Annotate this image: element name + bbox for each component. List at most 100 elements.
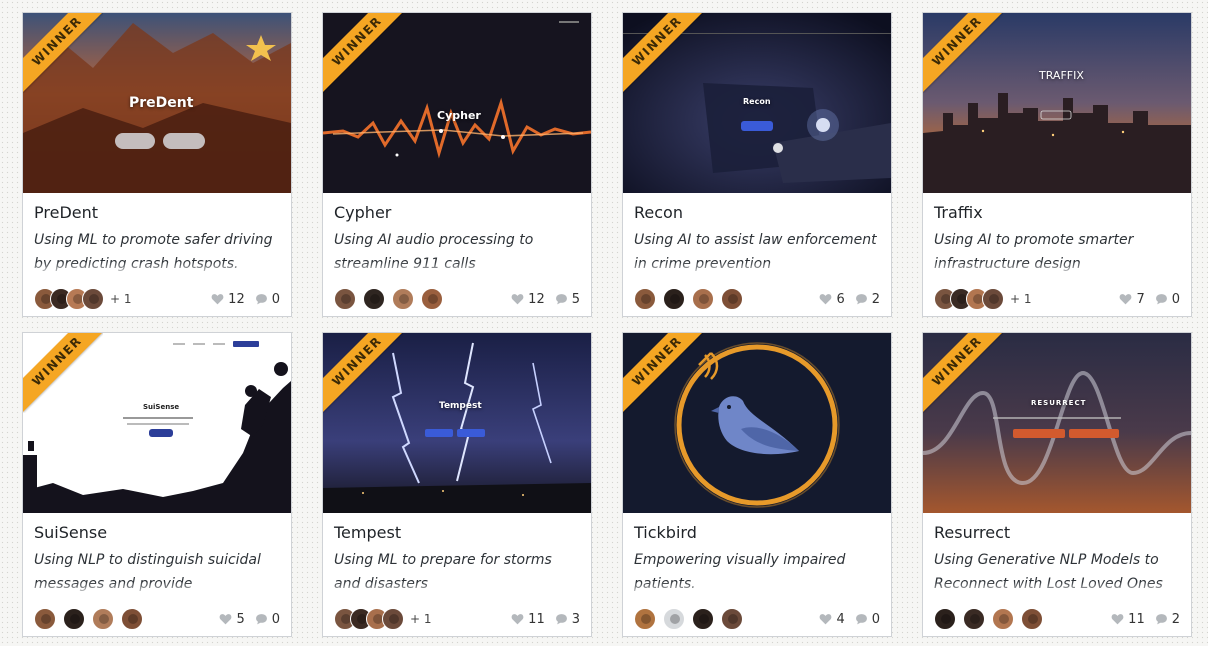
- avatar[interactable]: [382, 608, 404, 630]
- project-name[interactable]: Tempest: [334, 521, 580, 545]
- comment-count: 2: [871, 291, 880, 307]
- project-card-cypher[interactable]: Cypher WINNER Cypher Using AI audio proc…: [322, 12, 592, 317]
- comment-stat[interactable]: 0: [1155, 292, 1180, 307]
- avatar[interactable]: [63, 608, 85, 630]
- comment-stat[interactable]: 0: [255, 612, 280, 627]
- project-thumbnail[interactable]: Recon WINNER: [623, 13, 891, 193]
- project-description: Using AI to assist law enforcement in cr…: [634, 232, 877, 272]
- avatar[interactable]: [663, 608, 685, 630]
- avatar[interactable]: [334, 288, 356, 310]
- project-name[interactable]: PreDent: [34, 201, 280, 225]
- winner-ribbon: WINNER: [923, 13, 1003, 92]
- project-name[interactable]: Tickbird: [634, 521, 880, 545]
- like-count: 11: [1128, 611, 1145, 627]
- extra-members-count[interactable]: + 1: [110, 292, 132, 306]
- like-stat[interactable]: 7: [1119, 292, 1145, 307]
- like-stat[interactable]: 5: [219, 612, 245, 627]
- winner-ribbon: WINNER: [23, 333, 103, 412]
- comment-count: 3: [571, 611, 580, 627]
- comment-icon: [555, 614, 567, 625]
- project-thumbnail[interactable]: TRAFFIX WINNER: [923, 13, 1191, 193]
- team-avatars[interactable]: [634, 608, 750, 630]
- winner-ribbon: WINNER: [23, 13, 103, 92]
- comment-stat[interactable]: 3: [555, 612, 580, 627]
- project-description: Using NLP to distinguish suicidal messag…: [34, 552, 261, 592]
- avatar[interactable]: [363, 288, 385, 310]
- project-description: Using ML to prepare for storms and disas…: [334, 552, 552, 592]
- thumbnail-title: RESURRECT: [1031, 399, 1087, 407]
- like-stat[interactable]: 11: [511, 612, 545, 627]
- avatar[interactable]: [392, 288, 414, 310]
- team-avatars[interactable]: + 1: [934, 288, 1032, 310]
- project-name[interactable]: SuiSense: [34, 521, 280, 545]
- winner-ribbon: WINNER: [323, 333, 403, 412]
- avatar[interactable]: [34, 608, 56, 630]
- winner-ribbon: WINNER: [623, 333, 703, 412]
- project-description: Using AI to promote smarter infrastructu…: [934, 232, 1134, 272]
- project-card-resurrect[interactable]: RESURRECT WINNER Resurrect Using Generat…: [922, 332, 1192, 637]
- comment-stat[interactable]: 0: [855, 612, 880, 627]
- project-card-tickbird[interactable]: WINNER Tickbird Empowering visually impa…: [622, 332, 892, 637]
- heart-icon: [820, 294, 832, 305]
- project-name[interactable]: Traffix: [934, 201, 1180, 225]
- avatar[interactable]: [721, 608, 743, 630]
- avatar[interactable]: [963, 608, 985, 630]
- team-avatars[interactable]: + 1: [334, 608, 432, 630]
- avatar[interactable]: [92, 608, 114, 630]
- project-card-tempest[interactable]: Tempest WINNER Tempest Using ML to prepa…: [322, 332, 592, 637]
- comment-stat[interactable]: 2: [1155, 612, 1180, 627]
- project-card-traffix[interactable]: TRAFFIX WINNER Traffix Using AI to promo…: [922, 12, 1192, 317]
- project-thumbnail[interactable]: RESURRECT WINNER: [923, 333, 1191, 513]
- project-name[interactable]: Recon: [634, 201, 880, 225]
- thumbnail-title: TRAFFIX: [1039, 69, 1084, 82]
- heart-icon: [1111, 614, 1124, 625]
- thumbnail-title: Tempest: [439, 401, 482, 411]
- team-avatars[interactable]: [934, 608, 1050, 630]
- comment-count: 5: [571, 291, 580, 307]
- comment-stat[interactable]: 0: [255, 292, 280, 307]
- comment-stat[interactable]: 5: [555, 292, 580, 307]
- avatar[interactable]: [82, 288, 104, 310]
- comment-icon: [255, 614, 267, 625]
- like-stat[interactable]: 11: [1111, 612, 1145, 627]
- project-thumbnail[interactable]: PreDent WINNER: [23, 13, 291, 193]
- team-avatars[interactable]: [334, 288, 450, 310]
- extra-members-count[interactable]: + 1: [1010, 292, 1032, 306]
- team-avatars[interactable]: + 1: [34, 288, 132, 310]
- avatar[interactable]: [634, 608, 656, 630]
- avatar[interactable]: [663, 288, 685, 310]
- like-stat[interactable]: 4: [819, 612, 845, 627]
- like-stat[interactable]: 12: [211, 292, 245, 307]
- avatar[interactable]: [982, 288, 1004, 310]
- team-avatars[interactable]: [34, 608, 150, 630]
- avatar[interactable]: [1021, 608, 1043, 630]
- avatar[interactable]: [421, 288, 443, 310]
- project-name[interactable]: Resurrect: [934, 521, 1180, 545]
- thumbnail-title: Cypher: [437, 109, 481, 122]
- avatar[interactable]: [692, 288, 714, 310]
- avatar[interactable]: [721, 288, 743, 310]
- like-stat[interactable]: 12: [511, 292, 545, 307]
- project-thumbnail[interactable]: WINNER: [623, 333, 891, 513]
- avatar[interactable]: [634, 288, 656, 310]
- project-thumbnail[interactable]: Cypher WINNER: [323, 13, 591, 193]
- project-name[interactable]: Cypher: [334, 201, 580, 225]
- project-card-recon[interactable]: Recon WINNER Recon Using AI to assist la…: [622, 12, 892, 317]
- avatar[interactable]: [992, 608, 1014, 630]
- avatar[interactable]: [692, 608, 714, 630]
- thumbnail-title: Recon: [743, 97, 771, 106]
- comment-icon: [1155, 614, 1167, 625]
- project-card-suisense[interactable]: SuiSense WINNER SuiSense Using NLP to di…: [22, 332, 292, 637]
- project-description: Using ML to promote safer driving by pre…: [34, 232, 273, 272]
- like-count: 6: [836, 291, 845, 307]
- extra-members-count[interactable]: + 1: [410, 612, 432, 626]
- avatar[interactable]: [121, 608, 143, 630]
- comment-stat[interactable]: 2: [855, 292, 880, 307]
- project-thumbnail[interactable]: SuiSense WINNER: [23, 333, 291, 513]
- project-description: Using Generative NLP Models to Reconnect…: [934, 552, 1163, 592]
- project-thumbnail[interactable]: Tempest WINNER: [323, 333, 591, 513]
- avatar[interactable]: [934, 608, 956, 630]
- like-stat[interactable]: 6: [819, 291, 845, 307]
- team-avatars[interactable]: [634, 288, 750, 310]
- project-card-predent[interactable]: PreDent WINNER PreDent Using ML to promo…: [22, 12, 292, 317]
